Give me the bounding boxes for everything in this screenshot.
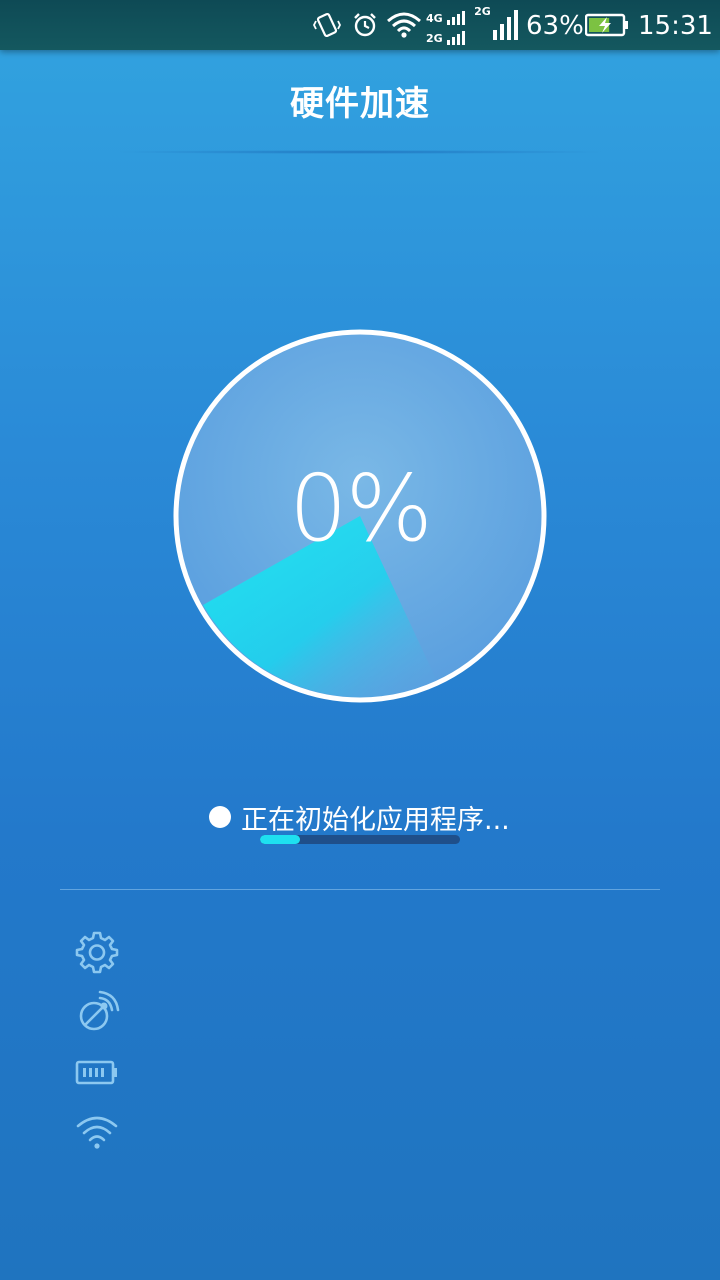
battery-icon [75, 1060, 117, 1085]
network-type-top: 4G [426, 12, 443, 25]
status-bar: 4G 2G 2G 63% 15:31 [0, 0, 720, 50]
dual-signal-icon: 4G 2G [426, 0, 470, 50]
page-title: 硬件加速 [290, 84, 430, 124]
vibrate-icon [312, 0, 342, 50]
loading-status: 正在初始化应用程序... [0, 796, 720, 840]
loading-progress-fill [260, 835, 300, 844]
wifi-status-icon [384, 0, 424, 50]
section-divider [60, 889, 660, 890]
alarm-icon [350, 0, 380, 50]
battery-charging-icon [584, 0, 630, 50]
gear-icon [75, 931, 119, 974]
loading-progress-bar [260, 835, 460, 844]
title-divider [110, 150, 610, 154]
wifi-icon [76, 1116, 118, 1149]
loading-text: 正在初始化应用程序... [241, 805, 510, 836]
network-type-bottom: 2G [426, 32, 443, 45]
clock: 15:31 [638, 11, 713, 41]
gps-off-icon [79, 990, 120, 1031]
gauge-percentage: 0% [289, 455, 433, 562]
battery-percent: 63% [526, 11, 584, 41]
loading-dot [209, 806, 231, 828]
signal-icon: 2G [474, 0, 518, 50]
network-type-2: 2G [474, 5, 491, 18]
